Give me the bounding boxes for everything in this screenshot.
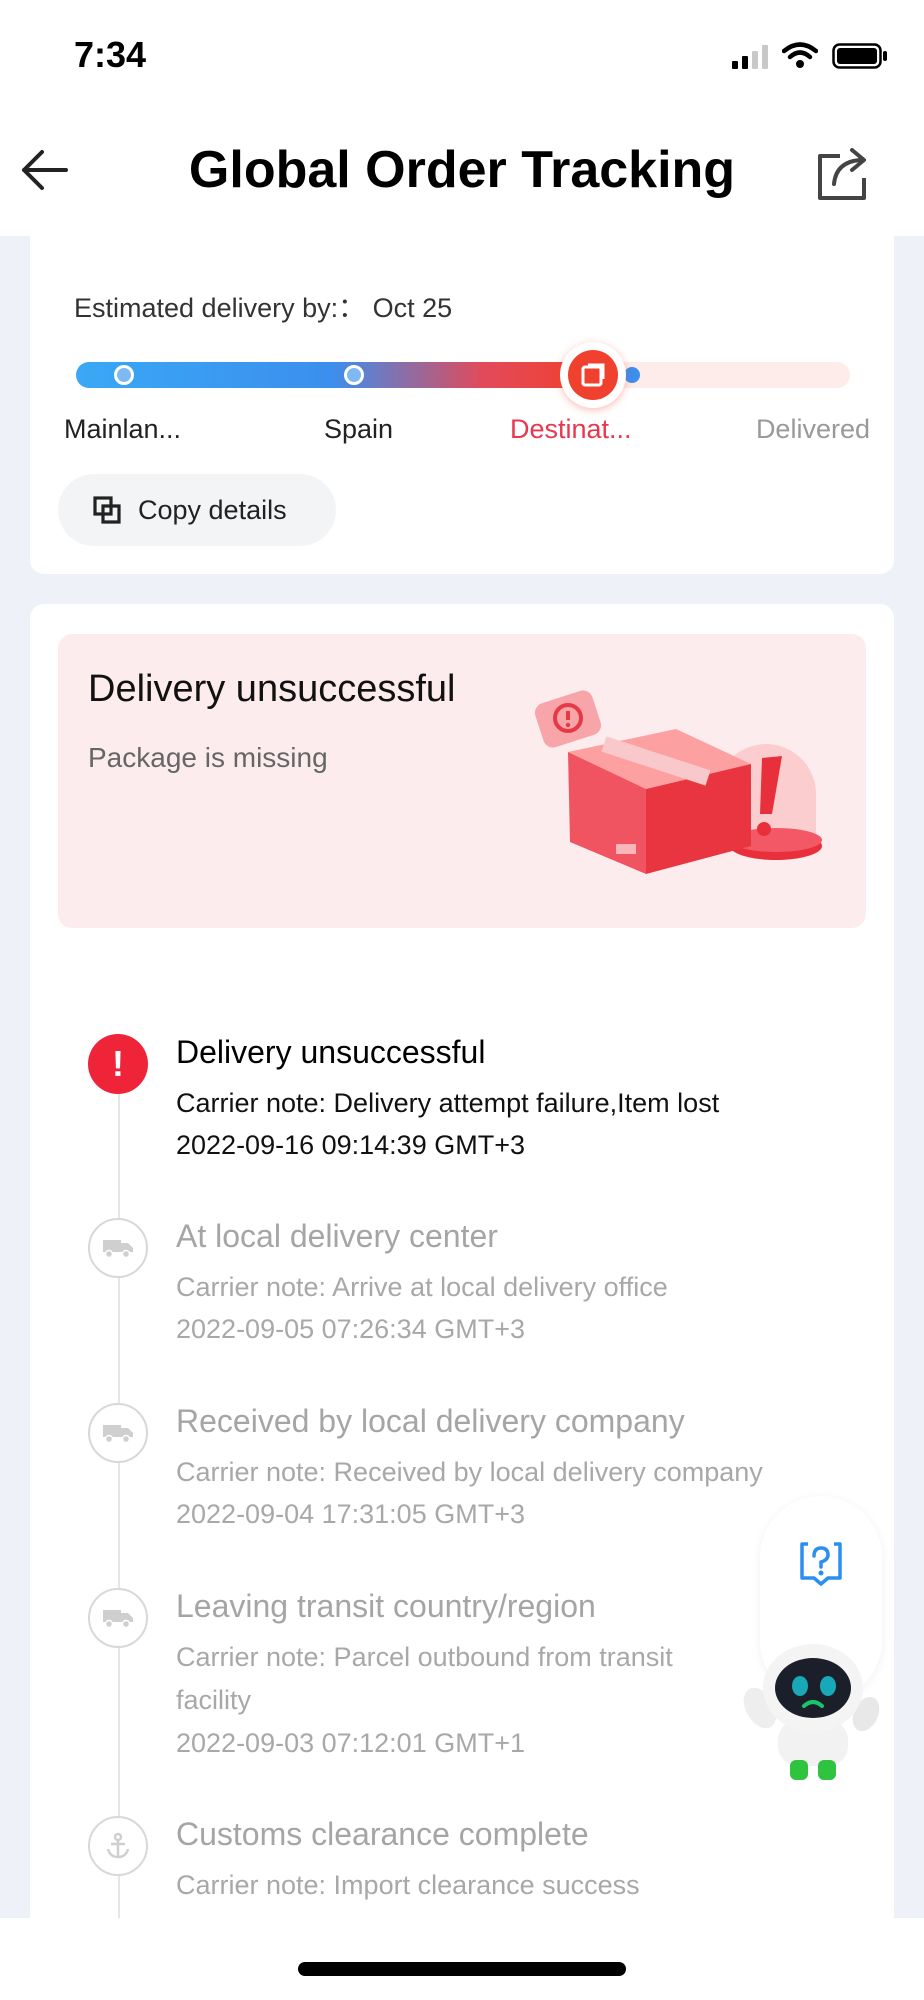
event-title: At local delivery center bbox=[176, 1218, 498, 1254]
estimated-delivery-date: Oct 25 bbox=[372, 293, 453, 323]
anchor-icon bbox=[88, 1816, 148, 1876]
copy-icon bbox=[93, 496, 121, 524]
current-stage-marker bbox=[560, 342, 626, 408]
home-indicator[interactable] bbox=[298, 1962, 626, 1976]
event-title: Customs clearance complete bbox=[176, 1816, 589, 1852]
delivery-summary-card: Estimated delivery by:： Oct 25 Mainlan..… bbox=[30, 236, 894, 574]
event-note: Carrier note: Import clearance success bbox=[176, 1870, 640, 1900]
event-title: Leaving transit country/region bbox=[176, 1588, 596, 1624]
event-title: Delivery unsuccessful bbox=[176, 1034, 486, 1070]
event-time: 2022-09-04 17:31:05 GMT+3 bbox=[176, 1499, 525, 1529]
truck-icon bbox=[88, 1588, 148, 1648]
event-time: 2022-09-03 07:12:01 GMT+1 bbox=[176, 1728, 525, 1758]
tracking-details-card: Delivery unsuccessful Package is missing… bbox=[30, 604, 894, 2000]
event-note-continued: facility bbox=[176, 1685, 252, 1715]
estimated-delivery: Estimated delivery by:： Oct 25 bbox=[74, 286, 452, 325]
delivery-status-banner: Delivery unsuccessful Package is missing bbox=[58, 634, 866, 928]
stage-dot-transit bbox=[344, 365, 364, 385]
progress-track bbox=[76, 342, 850, 408]
truck-icon bbox=[88, 1403, 148, 1463]
missing-package-illustration-icon bbox=[534, 690, 822, 874]
stage-dot-origin bbox=[114, 365, 134, 385]
stage-label-destination: Destinat... bbox=[510, 414, 632, 444]
wifi-icon bbox=[782, 42, 818, 68]
event-note: Carrier note: Arrive at local delivery o… bbox=[176, 1272, 668, 1302]
event-note: Carrier note: Delivery attempt failure,I… bbox=[176, 1088, 720, 1118]
estimated-delivery-label: Estimated delivery by:： bbox=[74, 293, 366, 323]
truck-icon bbox=[88, 1218, 148, 1278]
stage-label-origin: Mainlan... bbox=[64, 414, 182, 444]
share-icon[interactable] bbox=[814, 144, 872, 202]
status-time: 7:34 bbox=[74, 34, 147, 75]
banner-title: Delivery unsuccessful bbox=[88, 668, 456, 710]
banner-subtitle: Package is missing bbox=[88, 742, 328, 773]
status-bar: 7:34 bbox=[0, 0, 924, 110]
exclamation-icon: ! bbox=[88, 1034, 148, 1094]
page-title: Global Order Tracking bbox=[188, 141, 736, 199]
copy-details-label: Copy details bbox=[138, 494, 287, 525]
cellular-signal-icon bbox=[732, 43, 768, 69]
stage-label-delivered: Delivered bbox=[755, 414, 870, 444]
copy-details-button[interactable]: Copy details bbox=[58, 474, 336, 546]
status-icons bbox=[732, 40, 888, 72]
nav-bar: Global Order Tracking bbox=[0, 110, 924, 236]
help-question-icon bbox=[800, 1542, 842, 1586]
event-time: 2022-09-16 09:14:39 GMT+3 bbox=[176, 1130, 525, 1160]
event-time: 2022-09-05 07:26:34 GMT+3 bbox=[176, 1314, 525, 1344]
bottom-safe-area bbox=[0, 1918, 924, 2000]
event-note: Carrier note: Received by local delivery… bbox=[176, 1457, 763, 1487]
event-note: Carrier note: Parcel outbound from trans… bbox=[176, 1642, 673, 1672]
progress-fill bbox=[76, 362, 586, 388]
assistant-robot-icon[interactable] bbox=[738, 1636, 888, 1786]
progress-head-dot bbox=[624, 367, 640, 383]
package-icon bbox=[581, 363, 605, 387]
stage-label-transit: Spain bbox=[324, 414, 394, 444]
event-title: Received by local delivery company bbox=[176, 1403, 685, 1439]
battery-icon bbox=[832, 43, 887, 69]
